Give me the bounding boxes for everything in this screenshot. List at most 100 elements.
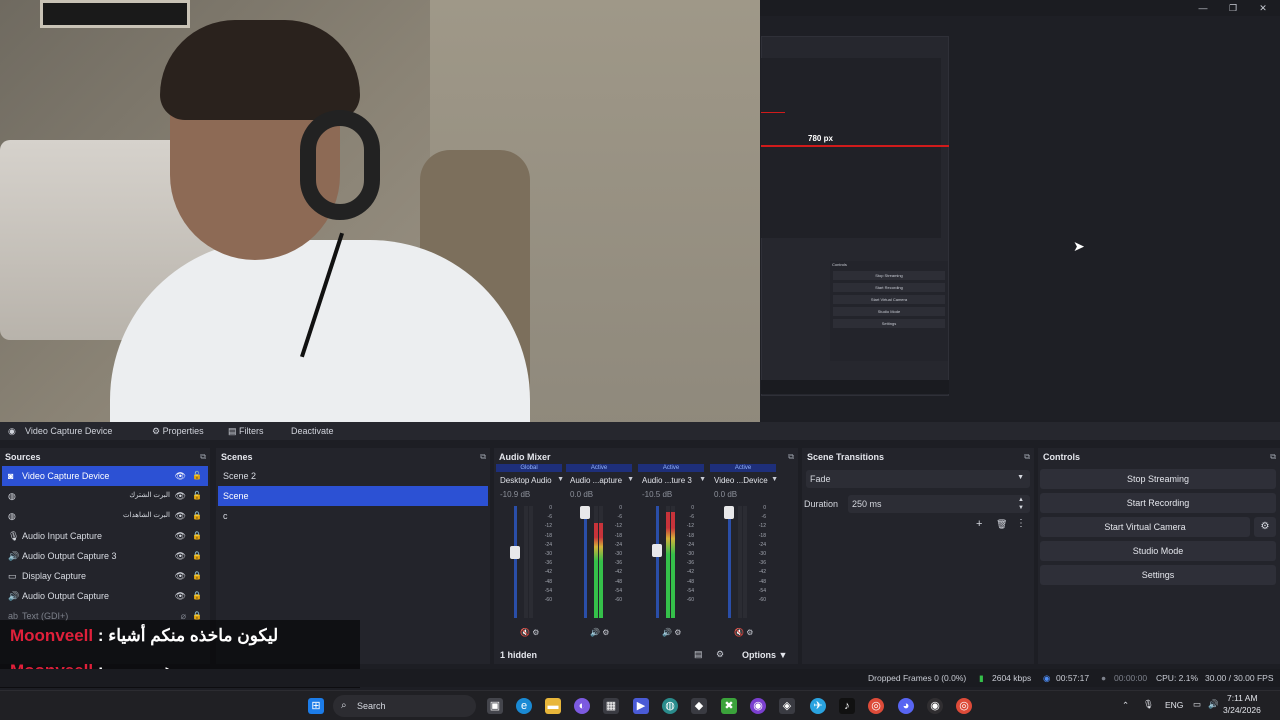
scene-item-selected[interactable]: Scene <box>218 486 488 506</box>
source-item-video-capture[interactable]: ◙ Video Capture Device 👁 🔓 <box>2 466 208 486</box>
app-icon[interactable]: ◈ <box>779 698 795 714</box>
trash-icon[interactable]: 🗑 <box>996 519 1007 530</box>
meter-scale-tick: -12 <box>686 523 694 530</box>
volume-slider[interactable] <box>584 506 587 618</box>
mute-icon[interactable]: 🔇 ⚙ <box>520 628 539 637</box>
transition-select[interactable]: Fade ▼ <box>806 470 1030 488</box>
source-item-browser-1[interactable]: ◍ البرت الشترك 👁 🔓 <box>2 486 208 506</box>
start-recording-button[interactable]: Start Recording <box>1040 493 1276 513</box>
nested-start-recording: Start Recording <box>833 283 945 292</box>
hidden-count[interactable]: 1 hidden <box>500 650 537 660</box>
chrome-icon[interactable]: ◎ <box>956 698 972 714</box>
lock-icon[interactable]: 🔒 <box>192 566 202 586</box>
network-icon[interactable]: ▭ <box>1193 699 1201 710</box>
restore-icon[interactable]: ❐ <box>1226 2 1240 14</box>
undock-icon[interactable]: ⧉ <box>788 452 794 462</box>
lock-icon[interactable]: 🔒 <box>192 546 202 566</box>
advanced-audio-icon[interactable]: ⚙ <box>716 649 724 660</box>
chevron-down-icon[interactable]: ▼ <box>771 476 778 483</box>
more-icon[interactable]: ⋮ <box>1016 518 1026 529</box>
store-icon[interactable]: ▦ <box>603 698 619 714</box>
clock-date[interactable]: 3/24/2026 <box>1223 705 1261 715</box>
lock-icon[interactable]: 🔒 <box>192 506 202 526</box>
edge-icon[interactable]: e <box>516 698 532 714</box>
undock-icon[interactable]: ⧉ <box>1270 452 1276 462</box>
gear-icon[interactable]: ⚙ <box>1254 517 1276 537</box>
eye-icon[interactable]: 👁 <box>175 506 186 526</box>
settings-button[interactable]: Settings <box>1040 565 1276 585</box>
volume-slider[interactable] <box>656 506 659 618</box>
chevron-up-icon[interactable]: ⌃ <box>1122 700 1129 711</box>
mute-icon[interactable]: 🔇 ⚙ <box>734 628 753 637</box>
chevron-down-icon[interactable]: ▼ <box>627 476 634 483</box>
source-item-audio-output-3[interactable]: 🔊 Audio Output Capture 3 👁 🔒 <box>2 546 208 566</box>
level-meter <box>666 506 670 618</box>
speaker-icon[interactable]: 🔊 ⚙ <box>662 628 681 637</box>
chat-app-icon[interactable]: ◉ <box>750 698 766 714</box>
eye-icon[interactable]: 👁 <box>175 546 186 566</box>
duration-field[interactable]: 250 ms ▲ ▼ <box>848 495 1030 513</box>
minimize-icon[interactable]: — <box>1196 2 1210 14</box>
scene-item[interactable]: Scene 2 <box>218 466 488 486</box>
volume-slider[interactable] <box>728 506 731 618</box>
source-label: Display Capture <box>22 571 87 581</box>
undock-icon[interactable]: ⧉ <box>480 452 486 462</box>
undock-icon[interactable]: ⧉ <box>200 452 206 462</box>
volume-slider-handle[interactable] <box>510 546 520 559</box>
app-icon[interactable]: ▶ <box>633 698 649 714</box>
stop-streaming-button[interactable]: Stop Streaming <box>1040 469 1276 489</box>
chevron-down-icon[interactable]: ▼ <box>557 476 564 483</box>
start-virtual-camera-button[interactable]: Start Virtual Camera <box>1040 517 1250 537</box>
source-item-browser-2[interactable]: ◍ البرت الشاهدات 👁 🔒 <box>2 506 208 526</box>
stepper-icon[interactable]: ▲ ▼ <box>1018 496 1024 512</box>
tiktok-icon[interactable]: ♪ <box>839 698 855 714</box>
obs-icon[interactable]: ◉ <box>927 698 943 714</box>
chrome-icon[interactable]: ◎ <box>868 698 884 714</box>
person-hair <box>160 20 360 120</box>
volume-slider[interactable] <box>514 506 517 618</box>
game-icon[interactable]: ✖ <box>721 698 737 714</box>
speaker-icon[interactable]: 🔊 ⚙ <box>590 628 609 637</box>
add-icon[interactable]: + <box>976 518 982 530</box>
volume-icon[interactable]: 🔊 <box>1208 699 1219 710</box>
eye-icon[interactable]: 👁 <box>175 526 186 546</box>
volume-slider-handle[interactable] <box>724 506 734 519</box>
source-item-display-capture[interactable]: ▭ Display Capture 👁 🔒 <box>2 566 208 586</box>
undock-icon[interactable]: ⧉ <box>1024 452 1030 462</box>
windows-start-icon[interactable]: ⊞ <box>308 698 324 714</box>
eye-icon[interactable]: 👁 <box>175 586 186 606</box>
eye-icon[interactable]: 👁 <box>175 566 186 586</box>
source-item-audio-input[interactable]: 🎙 Audio Input Capture 👁 🔒 <box>2 526 208 546</box>
lock-icon[interactable]: 🔒 <box>192 586 202 606</box>
browser-icon[interactable]: ◍ <box>662 698 678 714</box>
properties-button[interactable]: ⚙ Properties <box>152 426 204 437</box>
meter-scale: 0 -6 -12 -18 -24 -30 -36 -42 -48 -54 -60 <box>750 504 766 605</box>
volume-slider-handle[interactable] <box>580 506 590 519</box>
file-explorer-icon[interactable]: ▬ <box>545 698 561 714</box>
copilot-icon[interactable]: ◐ <box>574 698 590 714</box>
eye-icon[interactable]: 👁 <box>175 466 186 486</box>
meter-scale-tick: -24 <box>544 541 552 548</box>
studio-mode-button[interactable]: Studio Mode <box>1040 541 1276 561</box>
clock-time[interactable]: 7:11 AM <box>1227 693 1258 703</box>
scene-item[interactable]: c <box>218 506 488 526</box>
chevron-down-icon[interactable]: ▼ <box>699 476 706 483</box>
layout-icon[interactable]: ▤ <box>694 649 703 660</box>
deactivate-button[interactable]: Deactivate <box>291 426 334 436</box>
language-indicator[interactable]: ENG <box>1165 700 1183 710</box>
telegram-icon[interactable]: ✈ <box>810 698 826 714</box>
task-view-icon[interactable]: ▣ <box>487 698 503 714</box>
microphone-icon[interactable]: 🎙 <box>1143 699 1154 710</box>
source-item-audio-output[interactable]: 🔊 Audio Output Capture 👁 🔒 <box>2 586 208 606</box>
discord-icon[interactable]: ◕ <box>898 698 914 714</box>
close-icon[interactable]: ✕ <box>1256 2 1270 14</box>
app-icon[interactable]: ◆ <box>691 698 707 714</box>
taskbar-search[interactable]: ⌕ Search <box>333 695 476 717</box>
unlock-icon[interactable]: 🔓 <box>192 486 202 506</box>
lock-icon[interactable]: 🔒 <box>192 526 202 546</box>
eye-icon[interactable]: 👁 <box>175 486 186 506</box>
filters-button[interactable]: ▤ Filters <box>228 426 264 437</box>
unlock-icon[interactable]: 🔓 <box>192 466 202 486</box>
options-button[interactable]: Options ▼ <box>742 650 787 660</box>
volume-slider-handle[interactable] <box>652 544 662 557</box>
